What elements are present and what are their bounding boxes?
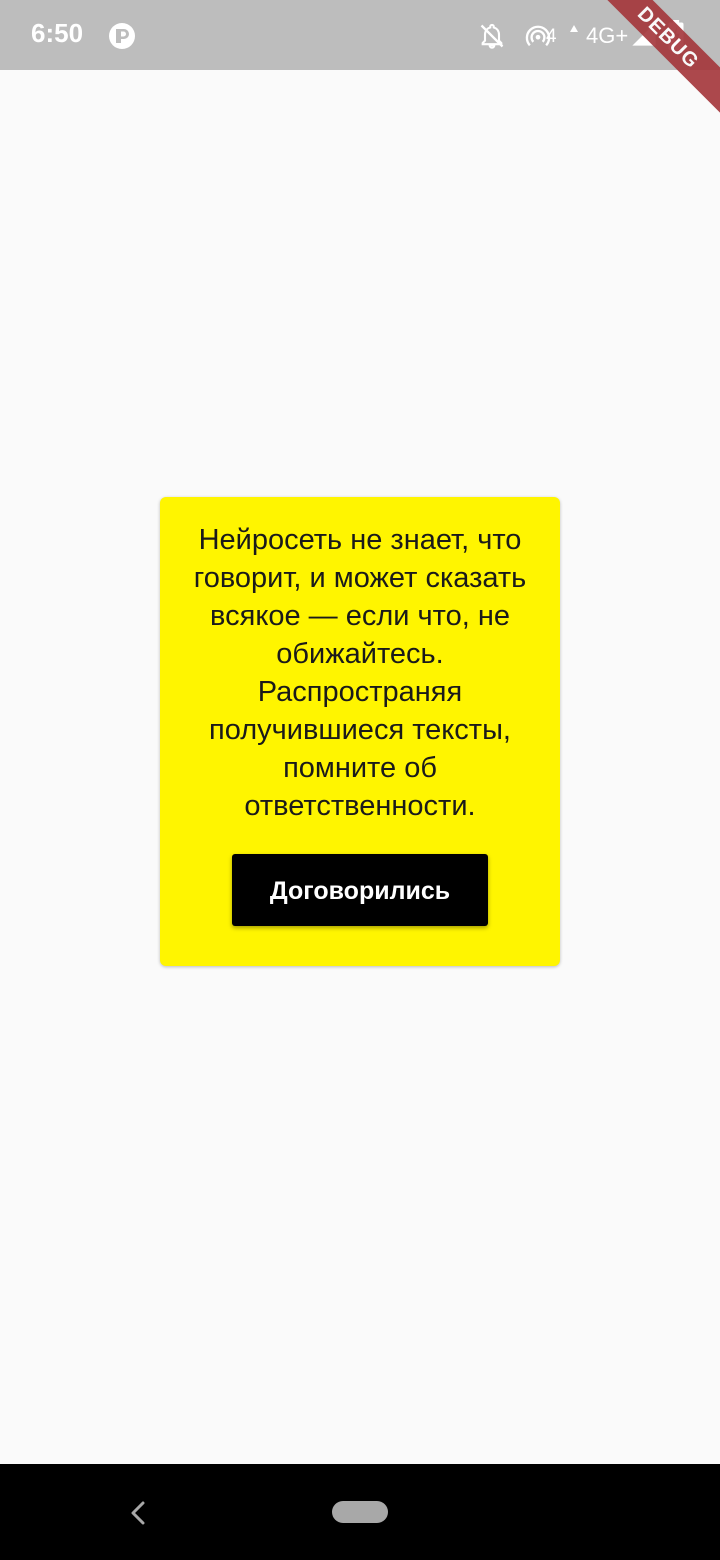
upload-arrow-icon bbox=[570, 25, 578, 32]
disclaimer-dialog: Нейросеть не знает, что говорит, и может… bbox=[160, 497, 560, 966]
disclaimer-message: Нейросеть не знает, что говорит, и может… bbox=[193, 524, 527, 822]
hotspot-count: 4 bbox=[546, 26, 557, 47]
network-type: 4G+ bbox=[586, 23, 629, 48]
navigation-bar bbox=[0, 1464, 720, 1560]
status-time: 6:50 bbox=[31, 18, 84, 48]
status-bar: 6:50 4 4G+ DEBUG bbox=[0, 0, 720, 128]
back-icon[interactable] bbox=[126, 1500, 152, 1526]
notifications-off-icon bbox=[480, 23, 504, 49]
agree-button[interactable]: Договорились bbox=[232, 854, 488, 926]
app-p-icon bbox=[109, 23, 135, 49]
home-pill[interactable] bbox=[332, 1501, 388, 1523]
